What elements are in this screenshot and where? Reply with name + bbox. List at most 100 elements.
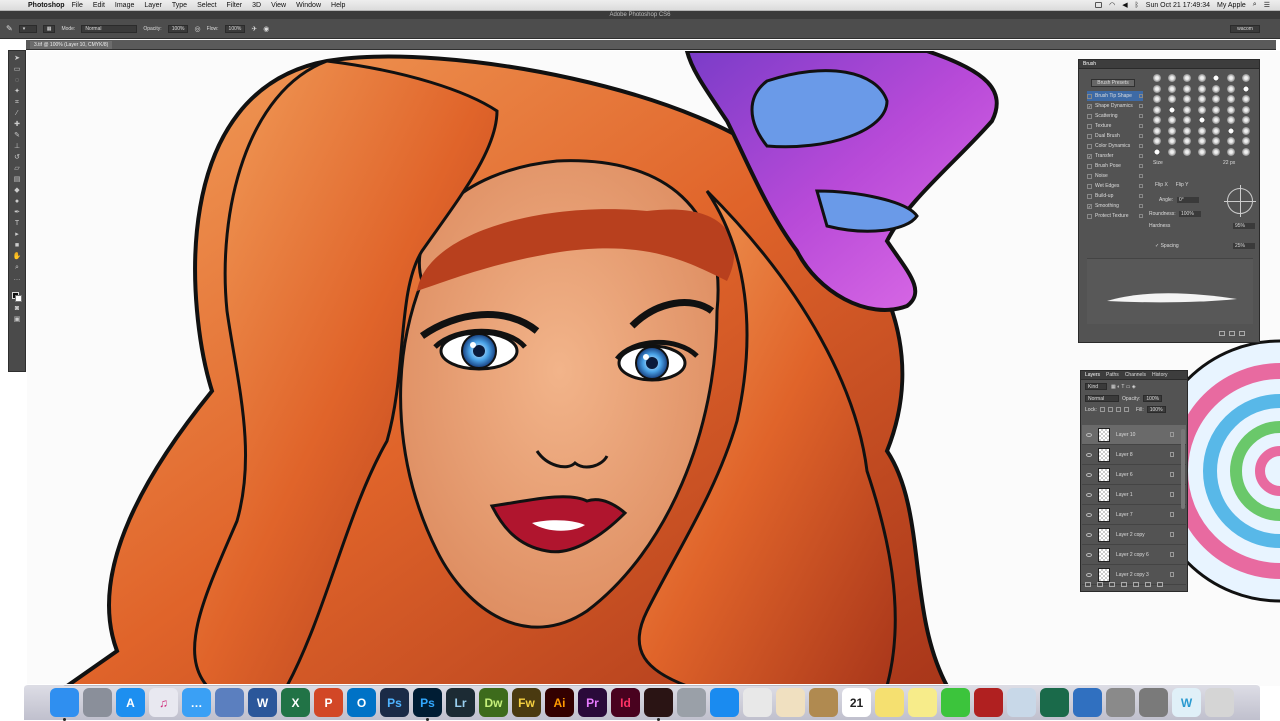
visibility-eye-icon[interactable]	[1086, 552, 1092, 557]
bluetooth-icon[interactable]: ᛒ	[1135, 2, 1139, 9]
layer-name[interactable]: Layer 10	[1116, 432, 1164, 438]
brush-tip-grid[interactable]	[1153, 74, 1255, 156]
fill-field[interactable]: 100%	[1146, 406, 1166, 413]
brush-tip-preset[interactable]	[1227, 147, 1236, 156]
brush-tip-preset[interactable]	[1153, 74, 1161, 82]
brush-tip-preset[interactable]	[1227, 126, 1236, 135]
move-tool-icon[interactable]: ➤	[12, 55, 22, 63]
brush-tip-preset[interactable]	[1242, 126, 1251, 135]
roundness-field[interactable]: 100%	[1179, 211, 1201, 217]
brush-setting-item[interactable]: Build-up	[1087, 191, 1143, 201]
brush-setting-item[interactable]: Noise	[1087, 171, 1143, 181]
layer-row[interactable]: Layer 2 copy	[1082, 525, 1186, 545]
music-icon[interactable]: ♫	[149, 688, 178, 717]
visibility-eye-icon[interactable]	[1086, 432, 1092, 437]
brush-tool-icon[interactable]: ✎	[6, 24, 13, 33]
brush-setting-item[interactable]: Texture	[1087, 121, 1143, 131]
brush-setting-checkbox[interactable]	[1087, 133, 1092, 139]
lock-icon[interactable]	[1139, 204, 1143, 208]
layer-name[interactable]: Layer 2 copy 6	[1116, 552, 1164, 558]
layer-style-icon[interactable]	[1097, 582, 1103, 587]
new-brush-icon[interactable]	[1239, 331, 1245, 336]
new-layer-icon[interactable]	[1145, 582, 1151, 587]
menu-select[interactable]: Select	[197, 2, 216, 9]
brush-tip-preset[interactable]	[1197, 126, 1206, 135]
eraser-tool-icon[interactable]: ▱	[12, 165, 22, 173]
history-brush-tool-icon[interactable]: ↺	[12, 154, 22, 162]
brush-setting-item[interactable]: Dual Brush	[1087, 131, 1143, 141]
pressure-opacity-icon[interactable]: ◎	[194, 25, 200, 33]
kind-filter[interactable]: Kind	[1085, 383, 1107, 390]
facetime-icon[interactable]	[941, 688, 970, 717]
calendar-icon[interactable]: 21	[842, 688, 871, 717]
layer-row[interactable]: Layer 2 copy 6	[1082, 545, 1186, 565]
menu-help[interactable]: Help	[331, 2, 345, 9]
brush-tip-preset[interactable]	[1197, 147, 1206, 156]
gradient-tool-icon[interactable]: ▤	[12, 176, 22, 184]
link-layers-icon[interactable]	[1085, 582, 1091, 587]
powerpoint-icon[interactable]: P	[314, 688, 343, 717]
brush-tip-preset[interactable]	[1242, 95, 1251, 103]
shape-tool-icon[interactable]: ■	[12, 242, 22, 250]
angle-roundness-widget[interactable]	[1224, 185, 1256, 217]
brush-tip-preset[interactable]	[1153, 95, 1161, 103]
brush-tip-preset[interactable]	[1212, 147, 1221, 156]
lock-icon[interactable]	[1139, 124, 1143, 128]
indesign-icon[interactable]: Id	[611, 688, 640, 717]
flip-y-checkbox[interactable]: Flip Y	[1176, 182, 1189, 188]
spacing-checkbox[interactable]: ✓	[1155, 243, 1159, 249]
menu-file[interactable]: File	[72, 2, 83, 9]
photo-booth-icon[interactable]	[974, 688, 1003, 717]
crop-tool-icon[interactable]: ⌗	[12, 99, 22, 107]
visibility-eye-icon[interactable]	[1086, 492, 1092, 497]
brush-tip-preset[interactable]	[1197, 137, 1206, 145]
menu-view[interactable]: View	[271, 2, 286, 9]
brush-tip-preset[interactable]	[1197, 105, 1206, 114]
menu-window[interactable]: Window	[296, 2, 321, 9]
layer-name[interactable]: Layer 8	[1116, 452, 1164, 458]
menu-type[interactable]: Type	[172, 2, 187, 9]
brush-tip-preset[interactable]	[1182, 116, 1191, 124]
brush-tip-preset[interactable]	[1212, 95, 1221, 103]
tools-icon[interactable]	[1106, 688, 1135, 717]
brush-setting-item[interactable]: Brush Tip Shape	[1087, 91, 1143, 101]
brush-tip-preset[interactable]	[1212, 84, 1221, 93]
photos-icon[interactable]	[776, 688, 805, 717]
rocket-icon[interactable]	[83, 688, 112, 717]
brush-tip-preset[interactable]	[1167, 116, 1176, 124]
visibility-eye-icon[interactable]	[1086, 472, 1092, 477]
brush-tip-preset[interactable]	[1212, 137, 1221, 145]
utility-icon[interactable]	[677, 688, 706, 717]
more-tools-icon[interactable]: …	[12, 275, 22, 283]
background-color[interactable]	[15, 295, 22, 302]
stickies-icon[interactable]	[875, 688, 904, 717]
hardness-value[interactable]: 95%	[1233, 223, 1255, 229]
brush-tip-preset[interactable]	[1182, 84, 1191, 93]
brush-tip-preset[interactable]	[1167, 74, 1176, 82]
lock-icon[interactable]	[1139, 154, 1143, 158]
brush-tip-preset[interactable]	[1182, 126, 1191, 135]
document-tab[interactable]: 3.tif @ 100% (Layer 10, CMYK/8)	[30, 41, 113, 49]
brush-tip-preset[interactable]	[1197, 74, 1206, 82]
brush-tip-preset[interactable]	[1227, 137, 1236, 145]
brush-setting-checkbox[interactable]	[1087, 163, 1092, 169]
volume-icon[interactable]: ◀	[1122, 1, 1127, 9]
brush-setting-item[interactable]: Wet Edges	[1087, 181, 1143, 191]
illustrator-icon[interactable]: Ai	[545, 688, 574, 717]
brush-setting-checkbox[interactable]	[1087, 183, 1092, 189]
eyedropper-tool-icon[interactable]: ⁄	[12, 110, 22, 118]
brush-tip-preset[interactable]	[1153, 105, 1161, 114]
brush-tip-preset[interactable]	[1153, 116, 1161, 124]
brush-setting-checkbox[interactable]	[1087, 213, 1092, 219]
menu-layer[interactable]: Layer	[144, 2, 162, 9]
brush-setting-checkbox[interactable]	[1087, 93, 1092, 99]
messages-icon[interactable]: …	[182, 688, 211, 717]
brush-setting-item[interactable]: Color Dynamics	[1087, 141, 1143, 151]
lock-icon[interactable]	[1139, 194, 1143, 198]
filter-icons[interactable]: ▦ ◐ T ▭ ◈	[1111, 384, 1136, 390]
lock-icon[interactable]	[1139, 134, 1143, 138]
spacing-value[interactable]: 25%	[1233, 243, 1255, 249]
delete-layer-icon[interactable]	[1157, 582, 1163, 587]
premiere-icon[interactable]: Pr	[578, 688, 607, 717]
outlook-icon[interactable]: O	[347, 688, 376, 717]
